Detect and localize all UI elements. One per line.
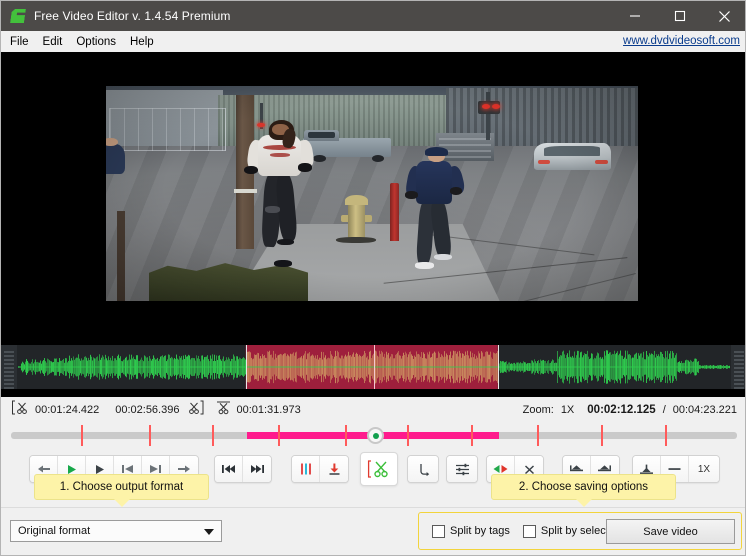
timeline-tag-marker[interactable] xyxy=(81,425,83,446)
checkbox-box[interactable] xyxy=(523,525,536,538)
timeline-panel: 00:01:24.422 00:02:56.396 xyxy=(1,397,746,447)
website-link[interactable]: www.dvdvideosoft.com xyxy=(623,35,740,47)
saving-options-group: Split by tags Split by selections Save v… xyxy=(418,512,742,550)
split-by-tags-checkbox[interactable]: Split by tags xyxy=(432,525,510,538)
selection-edge-right[interactable] xyxy=(498,345,499,389)
timeline-tag-marker[interactable] xyxy=(149,425,151,446)
bottom-bar: Original format Split by tags Split by s… xyxy=(1,507,746,556)
zoom-label: Zoom: xyxy=(523,404,554,416)
undo-button[interactable] xyxy=(408,456,438,482)
save-video-button[interactable]: Save video xyxy=(606,519,735,544)
menu-item-edit[interactable]: Edit xyxy=(36,34,70,50)
time-separator: / xyxy=(663,404,666,416)
cut-info-bar: 00:01:24.422 00:02:56.396 xyxy=(11,401,301,419)
chevron-down-icon xyxy=(204,529,214,535)
undo-button-group xyxy=(407,455,439,483)
timeline-tag-marker[interactable] xyxy=(212,425,214,446)
output-format-select[interactable]: Original format xyxy=(10,520,222,542)
bracket-scissors-left-icon xyxy=(11,400,31,420)
timeline-tag-marker[interactable] xyxy=(665,425,667,446)
insert-marker-button[interactable] xyxy=(320,456,348,482)
title-bar: Free Video Editor v. 1.4.54 Premium xyxy=(1,1,746,31)
cut-start-time: 00:01:24.422 xyxy=(35,404,99,416)
cut-end-time: 00:02:56.396 xyxy=(115,404,179,416)
checkbox-box[interactable] xyxy=(432,525,445,538)
cut-selection-button[interactable] xyxy=(360,452,398,486)
marker-button-group xyxy=(291,455,349,483)
video-preview[interactable] xyxy=(106,86,638,301)
cut-duration-time: 00:01:31.973 xyxy=(236,404,300,416)
output-format-value: Original format xyxy=(11,525,90,537)
callout-choose-saving-options: 2. Choose saving options xyxy=(491,474,676,500)
menu-bar: File Edit Options Help www.dvdvideosoft.… xyxy=(1,31,746,52)
jump-button-group xyxy=(214,455,272,483)
jump-start-button[interactable] xyxy=(215,456,243,482)
zoom-reset-button[interactable]: 1X xyxy=(689,456,719,482)
menu-item-file[interactable]: File xyxy=(3,34,36,50)
selection-edge-left[interactable] xyxy=(246,345,247,389)
scissors-bracket-right-icon xyxy=(187,400,206,420)
timeline-tag-marker[interactable] xyxy=(601,425,603,446)
app-window: Free Video Editor v. 1.4.54 Premium File… xyxy=(0,0,746,556)
minimize-button[interactable] xyxy=(612,1,657,31)
close-button[interactable] xyxy=(702,1,746,31)
timeline-slider[interactable] xyxy=(1,423,746,447)
selection-split-line xyxy=(374,345,375,389)
scissors-duration-icon xyxy=(215,400,232,420)
scene-vignette xyxy=(106,86,638,301)
timeline-tag-marker[interactable] xyxy=(407,425,409,446)
zoom-time-info: Zoom: 1X 00:02:12.125 / 00:04:23.221 xyxy=(523,401,737,419)
zoom-value[interactable]: 1X xyxy=(561,404,574,416)
timeline-playhead[interactable] xyxy=(367,427,384,444)
video-stage xyxy=(1,52,746,335)
waveform-track[interactable] xyxy=(1,345,746,389)
window-title: Free Video Editor v. 1.4.54 Premium xyxy=(34,9,230,23)
callout-2-text: 2. Choose saving options xyxy=(519,481,648,493)
split-by-tags-label: Split by tags xyxy=(450,525,510,537)
app-logo-icon xyxy=(10,8,26,24)
settings-button[interactable] xyxy=(447,456,477,482)
window-controls xyxy=(612,1,746,31)
jump-end-button[interactable] xyxy=(243,456,271,482)
timeline-tag-marker[interactable] xyxy=(471,425,473,446)
callout-choose-output-format: 1. Choose output format xyxy=(34,474,209,500)
menu-item-help[interactable]: Help xyxy=(123,34,161,50)
total-time: 00:04:23.221 xyxy=(673,404,737,416)
settings-button-group xyxy=(446,455,478,483)
timeline-tag-marker[interactable] xyxy=(345,425,347,446)
callout-1-text: 1. Choose output format xyxy=(60,481,183,493)
timeline-tag-marker[interactable] xyxy=(278,425,280,446)
maximize-button[interactable] xyxy=(657,1,702,31)
show-tags-button[interactable] xyxy=(292,456,320,482)
menu-item-options[interactable]: Options xyxy=(69,34,123,50)
current-time: 00:02:12.125 xyxy=(587,404,655,416)
audio-waveform-panel[interactable] xyxy=(1,335,746,397)
timeline-tag-marker[interactable] xyxy=(537,425,539,446)
